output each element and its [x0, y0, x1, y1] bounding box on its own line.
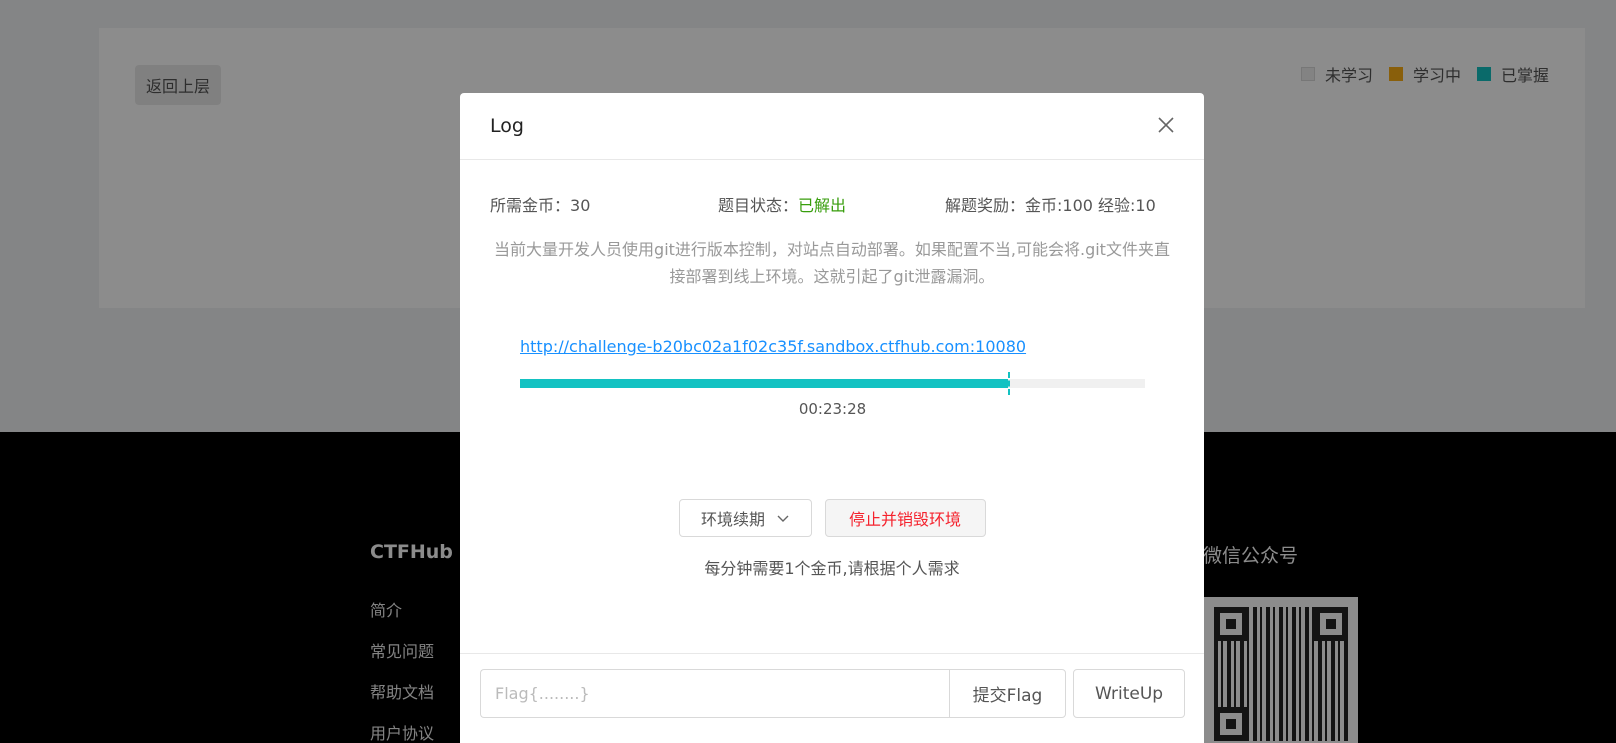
environment-url-link[interactable]: http://challenge-b20bc02a1f02c35f.sandbo… — [520, 337, 1026, 356]
challenge-status: 题目状态：已解出 — [718, 192, 846, 216]
reward-label: 解题奖励： — [945, 196, 1026, 215]
flag-submit-bar: 提交Flag WriteUp — [460, 653, 1204, 743]
flag-input-group — [480, 669, 949, 718]
flag-input[interactable] — [480, 669, 949, 718]
required-coins: 所需金币：30 — [490, 192, 590, 216]
challenge-info: 所需金币：30 题目状态：已解出 解题奖励：金币:100 经验:10 — [490, 192, 1174, 216]
log-modal: Log 所需金币：30 题目状态：已解出 解题奖励：金币:100 经验:10 当… — [460, 93, 1204, 743]
modal-header: Log — [460, 93, 1204, 160]
environment-time-progress — [520, 372, 1145, 395]
status-value: 已解出 — [798, 196, 847, 215]
renew-label: 环境续期 — [700, 510, 765, 529]
destroy-environment-button[interactable]: 停止并销毁环境 — [824, 499, 986, 537]
submit-flag-button[interactable]: 提交Flag — [949, 669, 1066, 718]
close-button[interactable] — [1152, 112, 1180, 140]
chevron-down-icon — [777, 515, 789, 522]
progress-marker — [1007, 372, 1010, 395]
required-coins-label: 所需金币： — [490, 196, 571, 215]
close-icon — [1158, 116, 1174, 133]
renew-environment-dropdown[interactable]: 环境续期 — [678, 499, 812, 537]
environment-actions: 环境续期 停止并销毁环境 — [460, 499, 1204, 537]
writeup-button[interactable]: WriteUp — [1073, 669, 1185, 718]
required-coins-value: 30 — [570, 196, 591, 215]
progress-fill — [520, 379, 1008, 388]
challenge-reward: 解题奖励：金币:100 经验:10 — [945, 192, 1156, 216]
status-label: 题目状态： — [718, 196, 799, 215]
reward-value: 金币:100 经验:10 — [1025, 196, 1156, 215]
challenge-description: 当前大量开发人员使用git进行版本控制，对站点自动部署。如果配置不当,可能会将.… — [494, 240, 1170, 286]
modal-title: Log — [490, 115, 524, 137]
remaining-time: 00:23:28 — [798, 400, 867, 418]
coin-usage-hint: 每分钟需要1个金币,请根据个人需求 — [704, 559, 960, 578]
